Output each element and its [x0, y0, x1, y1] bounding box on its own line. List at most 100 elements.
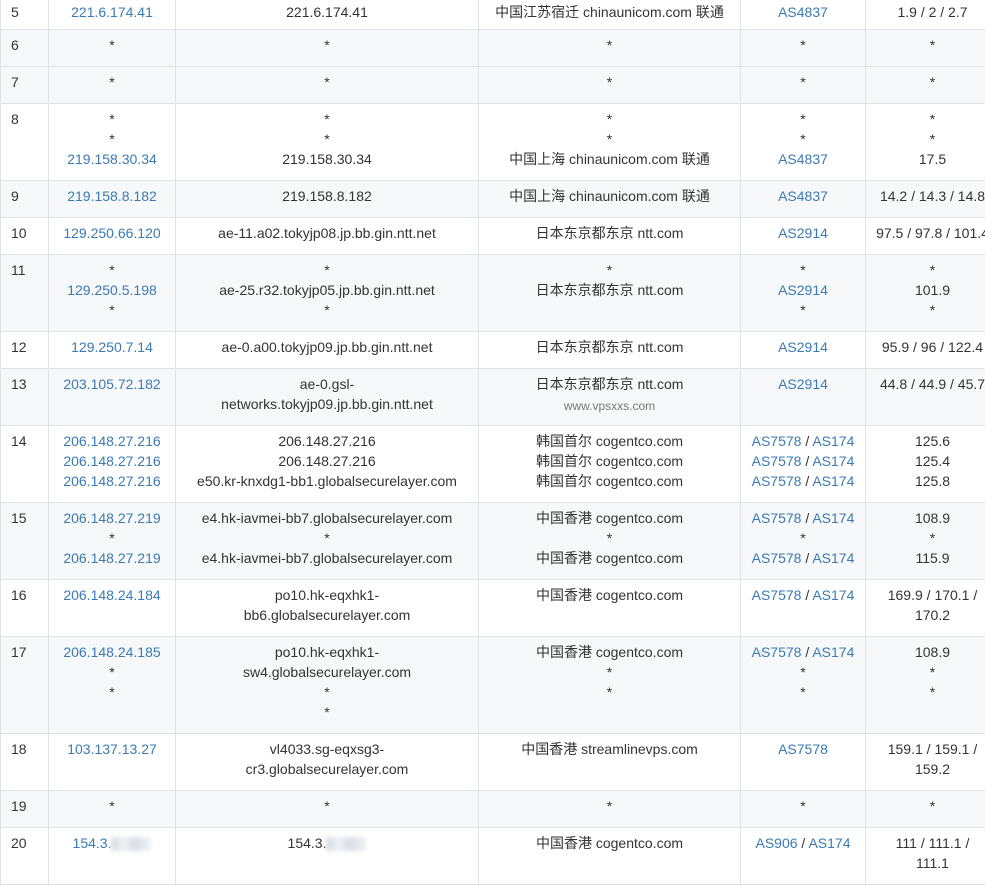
latency: 159.2 — [866, 759, 985, 779]
asn-link[interactable]: AS4837 — [778, 188, 828, 204]
ip-cell: 221.6.174.41 — [49, 0, 176, 30]
ip-address-link[interactable]: 206.148.27.216 — [63, 473, 160, 489]
asn-link[interactable]: AS2914 — [778, 282, 828, 298]
hop-number-cell: 11 — [1, 255, 49, 332]
ip-address-link[interactable]: 206.148.24.185 — [63, 644, 160, 660]
asn-link[interactable]: AS4837 — [778, 4, 828, 20]
location-cell: 韩国首尔 cogentco.com韩国首尔 cogentco.com韩国首尔 c… — [479, 426, 741, 503]
latency: * — [866, 662, 985, 682]
hop-row: 16206.148.24.184po10.hk-eqxhk1-bb6.globa… — [1, 580, 985, 637]
asn-link[interactable]: AS7578 — [778, 741, 828, 757]
asn-line: AS2914 — [741, 280, 865, 300]
asn-link[interactable]: AS174 — [812, 550, 854, 566]
asn-link[interactable]: AS7578 — [752, 473, 802, 489]
traceroute-body: 5221.6.174.41221.6.174.41中国江苏宿迁 chinauni… — [1, 0, 985, 885]
asn-link[interactable]: AS174 — [812, 433, 854, 449]
ip-address-link[interactable]: 103.137.13.27 — [67, 741, 157, 757]
asn-line: AS7578 / AS174 — [741, 471, 865, 491]
ip-address-link[interactable]: 206.148.27.216 — [63, 433, 160, 449]
hostname: * — [176, 682, 478, 702]
hostname-cell: vl4033.sg-eqxsg3-cr3.globalsecurelayer.c… — [176, 734, 479, 791]
ip-address-link[interactable]: 129.250.5.198 — [67, 282, 157, 298]
ip-cell: 154.3. — [49, 828, 176, 885]
ip-address-link[interactable]: 206.148.27.219 — [63, 510, 160, 526]
hostname-cell: e4.hk-iavmei-bb7.globalsecurelayer.com*e… — [176, 503, 479, 580]
asn-link[interactable]: AS174 — [812, 644, 854, 660]
asn-link[interactable]: AS174 — [812, 587, 854, 603]
ip-address-link[interactable]: 129.250.66.120 — [63, 225, 160, 241]
asn-cell: AS2914 — [741, 218, 866, 255]
ip-address-link[interactable]: 206.148.27.219 — [63, 550, 160, 566]
asn-link[interactable]: AS7578 — [752, 550, 802, 566]
asn-unknown: * — [800, 302, 805, 318]
asn-line: AS4837 — [741, 186, 865, 206]
asn-link[interactable]: AS7578 — [752, 587, 802, 603]
ip-cell: 206.148.24.185** — [49, 637, 176, 734]
asn-line: AS2914 — [741, 337, 865, 357]
hop-number: 11 — [11, 260, 48, 280]
location: 中国香港 cogentco.com — [479, 548, 740, 568]
ip-address-link[interactable]: 219.158.30.34 — [67, 151, 157, 167]
asn-line: AS4837 — [741, 2, 865, 22]
ip-address-link[interactable]: 221.6.174.41 — [71, 4, 153, 20]
latency-cell: 97.5 / 97.8 / 101.4 — [866, 218, 985, 255]
hostname: * — [176, 35, 478, 55]
asn-unknown: * — [800, 74, 805, 90]
hop-row: 17206.148.24.185**po10.hk-eqxhk1-sw4.glo… — [1, 637, 985, 734]
asn-unknown: * — [800, 37, 805, 53]
asn-line: * — [741, 528, 865, 548]
asn-line: * — [741, 796, 865, 816]
asn-line: * — [741, 662, 865, 682]
latency-cell: 111 / 111.1 /111.1 — [866, 828, 985, 885]
asn-cell: AS4837 — [741, 181, 866, 218]
redacted-block — [326, 837, 366, 851]
ip-address-link[interactable]: 203.105.72.182 — [63, 376, 160, 392]
hostname: vl4033.sg-eqxsg3- — [176, 739, 478, 759]
asn-link[interactable]: AS7578 — [752, 510, 802, 526]
asn-line: AS2914 — [741, 223, 865, 243]
ip-address-link[interactable]: 206.148.27.216 — [63, 453, 160, 469]
ip-address-link[interactable]: 206.148.24.184 — [63, 587, 160, 603]
ip-address-link[interactable]: 219.158.8.182 — [67, 188, 157, 204]
ip-cell: 206.148.27.219*206.148.27.219 — [49, 503, 176, 580]
asn-link[interactable]: AS2914 — [778, 225, 828, 241]
asn-link[interactable]: AS7578 — [752, 453, 802, 469]
hostname: po10.hk-eqxhk1- — [176, 585, 478, 605]
asn-cell: AS7578 — [741, 734, 866, 791]
asn-link[interactable]: AS7578 — [752, 644, 802, 660]
hop-row: 7***** — [1, 67, 985, 104]
asn-link[interactable]: AS2914 — [778, 376, 828, 392]
ip-address-link[interactable]: 129.250.7.14 — [71, 339, 153, 355]
latency: 14.2 / 14.3 / 14.8 — [866, 186, 985, 206]
hostname-cell: ae-11.a02.tokyjp08.jp.bb.gin.ntt.net — [176, 218, 479, 255]
ip-address: 203.105.72.182 — [49, 374, 175, 394]
ip-cell: * — [49, 30, 176, 67]
hop-row: 19***** — [1, 791, 985, 828]
ip-address-link[interactable]: 154.3. — [73, 835, 112, 851]
hostname: cr3.globalsecurelayer.com — [176, 759, 478, 779]
asn-link[interactable]: AS174 — [812, 510, 854, 526]
asn-cell: AS4837 — [741, 0, 866, 30]
asn-link[interactable]: AS174 — [808, 835, 850, 851]
hop-number-cell: 6 — [1, 30, 49, 67]
asn-line: AS4837 — [741, 149, 865, 169]
asn-link[interactable]: AS4837 — [778, 151, 828, 167]
asn-link[interactable]: AS906 — [756, 835, 798, 851]
location: 中国香港 cogentco.com — [479, 642, 740, 662]
location: 韩国首尔 cogentco.com — [479, 471, 740, 491]
location: * — [479, 72, 740, 92]
latency: * — [866, 528, 985, 548]
asn-link[interactable]: AS174 — [812, 453, 854, 469]
location-cell: 日本东京都东京 ntt.com — [479, 218, 741, 255]
hostname: 219.158.30.34 — [176, 149, 478, 169]
ip-cell: * — [49, 791, 176, 828]
hostname-cell: po10.hk-eqxhk1-bb6.globalsecurelayer.com — [176, 580, 479, 637]
location-cell: 中国香港 cogentco.com — [479, 828, 741, 885]
asn-separator: / — [801, 453, 812, 469]
asn-link[interactable]: AS2914 — [778, 339, 828, 355]
hop-number: 18 — [11, 739, 48, 759]
asn-link[interactable]: AS174 — [812, 473, 854, 489]
asn-link[interactable]: AS7578 — [752, 433, 802, 449]
location: * — [479, 35, 740, 55]
hostname: 206.148.27.216 — [176, 451, 478, 471]
